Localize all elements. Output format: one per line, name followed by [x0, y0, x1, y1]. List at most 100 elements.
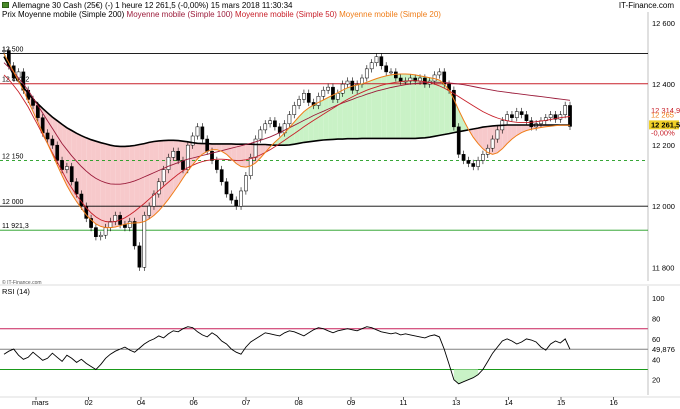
- candle-body: [185, 144, 190, 170]
- rsi-tick-label: 20: [652, 376, 660, 385]
- trend-fill-segment: [429, 77, 435, 138]
- x-tick-label: 07: [242, 398, 250, 407]
- candle-body: [505, 114, 509, 121]
- candle-body: [437, 71, 442, 76]
- candle-body: [74, 181, 79, 195]
- candle-body: [263, 123, 268, 131]
- candle-body: [132, 221, 137, 247]
- candle-body: [137, 245, 142, 268]
- candle-body: [55, 144, 60, 161]
- candle-body: [244, 175, 248, 192]
- trend-fill-segment: [100, 142, 106, 228]
- trend-fill-segment: [313, 102, 319, 142]
- candle-body: [321, 89, 326, 97]
- trend-fill-segment: [328, 95, 333, 140]
- candle-body: [316, 96, 321, 106]
- candle-body: [98, 234, 103, 237]
- y-tick-label: 12 600: [652, 19, 675, 28]
- candle-body: [331, 86, 335, 100]
- candle-body: [364, 68, 369, 79]
- candle-body: [215, 160, 219, 170]
- candle-body: [297, 99, 301, 106]
- trend-fill-segment: [212, 143, 217, 150]
- x-axis: mars 02 04 06 07 08 09 11 13 14 15 16: [32, 397, 618, 407]
- rsi-tick-label: 40: [652, 355, 660, 364]
- candle-body: [563, 105, 568, 115]
- trend-fill-segment: [173, 140, 179, 193]
- level-label: 12 500: [2, 47, 24, 54]
- trend-fill-segment: [473, 128, 479, 144]
- price-panel: 12 50012 401,212 15012 00011 921,312 600…: [0, 12, 680, 286]
- candle-body: [481, 154, 485, 161]
- rsi-tick-label: 60: [652, 335, 660, 344]
- y-tick-label: 12 400: [652, 80, 675, 89]
- trend-fill-segment: [439, 80, 445, 136]
- candle-body: [389, 71, 393, 74]
- candle-body: [306, 93, 311, 103]
- candle-body: [69, 166, 74, 183]
- candle-body: [268, 120, 272, 125]
- x-tick-label: 09: [347, 398, 355, 407]
- candle-body: [335, 93, 340, 100]
- candle-body: [558, 114, 563, 120]
- candle-body: [423, 77, 427, 85]
- candle-body: [50, 138, 55, 146]
- candle-body: [258, 129, 263, 140]
- candle-body: [147, 205, 151, 216]
- candle-body: [239, 190, 243, 207]
- candle-body: [195, 126, 200, 137]
- trend-fill-segment: [420, 75, 425, 139]
- trend-fill-segment: [424, 76, 430, 138]
- candle-body: [471, 163, 476, 167]
- rsi-title: RSI (14): [2, 287, 30, 296]
- x-tick-label: 16: [610, 398, 618, 407]
- candle-body: [393, 71, 398, 79]
- candle-body: [161, 169, 166, 183]
- candle-body: [45, 132, 50, 140]
- candle-body: [519, 111, 524, 115]
- trend-fill-segment: [347, 86, 353, 139]
- candle-body: [229, 193, 234, 201]
- x-tick-label: 11: [400, 398, 408, 407]
- candle-body: [369, 62, 374, 70]
- candle-body: [495, 129, 500, 140]
- x-tick-label: 08: [295, 398, 303, 407]
- trend-fill-segment: [318, 99, 324, 141]
- candle-body: [452, 89, 456, 128]
- trend-fill-segment: [386, 74, 392, 139]
- rsi-last-label: 49,876: [652, 345, 675, 354]
- candle-body: [326, 86, 330, 91]
- candle-body: [190, 135, 195, 146]
- candle-body: [302, 93, 306, 100]
- candle-body: [273, 120, 277, 128]
- candle-body: [224, 181, 229, 195]
- candle-body: [219, 169, 224, 183]
- candle-body: [65, 166, 69, 170]
- candle-body: [166, 157, 171, 170]
- candle-body: [171, 151, 176, 158]
- candle-body: [340, 83, 345, 94]
- candle-body: [510, 114, 514, 118]
- trend-fill-segment: [91, 139, 96, 224]
- trend-fill-segment: [139, 143, 145, 223]
- x-tick-label: mars: [32, 398, 49, 407]
- trend-fill-segment: [115, 146, 121, 227]
- x-tick-label: 15: [557, 398, 565, 407]
- candle-body: [398, 77, 403, 82]
- candle-body: [292, 105, 297, 115]
- trend-fill-segment: [352, 85, 358, 139]
- x-tick-label: 13: [452, 398, 460, 407]
- chart-canvas[interactable]: 12 50012 401,212 15012 00011 921,312 600…: [0, 0, 680, 409]
- candle-body: [374, 56, 379, 63]
- trend-fill-segment: [323, 97, 329, 140]
- candle-body: [205, 138, 210, 152]
- rsi-tick-label: 100: [652, 294, 665, 303]
- y-tick-label: 12 200: [652, 141, 675, 150]
- candle-body: [181, 160, 185, 170]
- candle-body: [466, 160, 471, 164]
- candle-body: [103, 227, 108, 236]
- y-tick-label: 11 800: [652, 263, 674, 272]
- candle-body: [548, 114, 553, 118]
- y-tick-label: 12 000: [652, 202, 675, 211]
- candle-body: [94, 227, 98, 237]
